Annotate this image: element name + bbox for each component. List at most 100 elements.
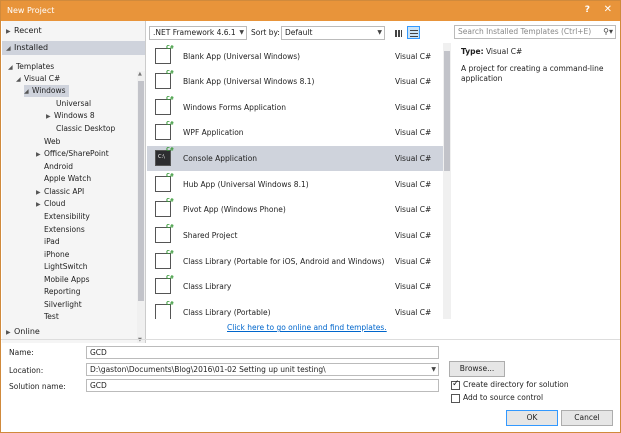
tree-universal[interactable]: Universal — [56, 98, 91, 110]
console-icon: C:\ C# — [155, 147, 174, 166]
expand-arrow-icon[interactable]: ▶ — [6, 26, 14, 38]
template-item[interactable]: C# Pivot App (Windows Phone) Visual C# — [147, 197, 443, 222]
chevron-down-icon: ▼ — [377, 29, 382, 36]
sort-label: Sort by: — [251, 28, 280, 37]
tree-cloud[interactable]: ▶ Cloud — [36, 198, 65, 210]
dialog-title: New Project — [7, 6, 55, 15]
cancel-button[interactable]: Cancel — [561, 410, 613, 426]
tree-scrollbar[interactable]: ▲ ▼ — [137, 71, 145, 343]
template-details: Type: Visual C# A project for creating a… — [461, 47, 611, 84]
tree-ipad[interactable]: iPad — [44, 236, 60, 248]
browse-button[interactable]: Browse... — [449, 361, 505, 377]
collapse-arrow-icon[interactable]: ◢ — [16, 74, 24, 86]
chevron-down-icon: ▼ — [239, 29, 244, 36]
tree-reporting[interactable]: Reporting — [44, 286, 80, 298]
type-value: Visual C# — [485, 47, 523, 56]
hub-app-icon: C# — [155, 173, 174, 192]
tree-templates[interactable]: ◢ Templates — [8, 61, 54, 73]
type-label: Type: — [461, 47, 484, 56]
template-description: A project for creating a command-line ap… — [461, 64, 604, 83]
scrollbar-thumb[interactable] — [444, 51, 450, 171]
tree-lightswitch[interactable]: LightSwitch — [44, 261, 88, 273]
expand-arrow-icon[interactable]: ▶ — [36, 149, 44, 161]
location-label: Location: — [9, 366, 44, 375]
ok-button[interactable]: OK — [506, 410, 558, 426]
pivot-app-icon: C# — [155, 198, 174, 217]
tree-installed[interactable]: ◢ Installed — [2, 41, 145, 55]
template-item[interactable]: C# Class Library Visual C# — [147, 274, 443, 299]
shared-project-icon: C# — [155, 224, 174, 243]
scrollbar-thumb[interactable] — [138, 81, 144, 301]
tree-test[interactable]: Test — [44, 311, 59, 323]
divider — [1, 339, 620, 340]
tree-classic-desktop[interactable]: Classic Desktop — [56, 123, 115, 135]
collapse-arrow-icon[interactable]: ◢ — [6, 42, 14, 56]
expand-arrow-icon[interactable]: ▶ — [36, 199, 44, 211]
online-templates-link[interactable]: Click here to go online and find templat… — [227, 323, 387, 332]
close-button[interactable]: ✕ — [604, 4, 612, 15]
help-button[interactable]: ? — [585, 5, 590, 15]
grid-icon — [395, 30, 402, 37]
tree-windows8[interactable]: ▶ Windows 8 — [46, 110, 95, 122]
template-item[interactable]: C# Blank App (Universal Windows) Visual C# — [147, 44, 443, 69]
template-scrollbar[interactable] — [443, 43, 451, 319]
grid-view-button[interactable] — [391, 26, 404, 39]
tree-visual-csharp[interactable]: ◢ Visual C# — [16, 73, 60, 85]
scroll-down-icon[interactable]: ▼ — [138, 337, 142, 343]
template-item[interactable]: C# Blank App (Universal Windows 8.1) Visua… — [147, 69, 443, 94]
list-icon — [410, 30, 418, 37]
create-directory-checkbox[interactable] — [451, 379, 460, 390]
name-label: Name: — [9, 348, 34, 357]
wpf-icon: C# — [155, 121, 174, 140]
tree-online[interactable]: ▶ Online — [6, 326, 136, 338]
tree-iphone[interactable]: iPhone — [44, 249, 69, 261]
tree-extensibility[interactable]: Extensibility — [44, 211, 90, 223]
tree-classic-api[interactable]: ▶ Classic API — [36, 186, 84, 198]
template-item[interactable]: C# Class Library (Portable for iOS, Andro… — [147, 249, 443, 274]
class-library-icon: C# — [155, 250, 174, 269]
source-control-checkbox[interactable] — [451, 394, 460, 403]
tree-android[interactable]: Android — [44, 161, 73, 173]
create-directory-label: Create directory for solution — [463, 380, 569, 389]
search-templates-input[interactable]: Search Installed Templates (Ctrl+E) ⚲▾ — [454, 25, 616, 39]
windows-forms-icon: C# — [155, 96, 174, 115]
class-library-icon: C# — [155, 301, 174, 319]
template-item[interactable]: C# Hub App (Universal Windows 8.1) Visual … — [147, 172, 443, 197]
name-input[interactable]: GCD — [86, 346, 439, 359]
tree-recent[interactable]: ▶ Recent — [6, 25, 42, 37]
title-bar: New Project ? ✕ — [1, 1, 620, 21]
tree-web[interactable]: Web — [44, 136, 60, 148]
list-view-button[interactable] — [407, 26, 420, 39]
template-item-selected[interactable]: C:\ C# Console Application Visual C# — [147, 146, 443, 171]
location-input[interactable]: D:\gaston\Documents\Blog\2016\01-02 Sett… — [86, 363, 439, 376]
solution-name-input[interactable]: GCD — [86, 379, 439, 392]
template-list: C# Blank App (Universal Windows) Visual C#… — [147, 43, 443, 319]
tree-silverlight[interactable]: Silverlight — [44, 299, 82, 311]
template-item[interactable]: C# Windows Forms Application Visual C# — [147, 95, 443, 120]
sort-select[interactable]: Default ▼ — [281, 26, 385, 40]
source-control-label: Add to source control — [463, 393, 544, 402]
tree-mobile-apps[interactable]: Mobile Apps — [44, 274, 90, 286]
expand-arrow-icon[interactable]: ▶ — [46, 111, 54, 123]
solution-name-label: Solution name: — [9, 382, 66, 391]
template-item[interactable]: C# Class Library (Portable) Visual C# — [147, 300, 443, 319]
search-icon[interactable]: ⚲▾ — [603, 26, 613, 38]
class-library-icon: C# — [155, 275, 174, 294]
tree-office[interactable]: ▶ Office/SharePoint — [36, 148, 109, 160]
tree-apple-watch[interactable]: Apple Watch — [44, 173, 91, 185]
tree-extensions[interactable]: Extensions — [44, 224, 85, 236]
collapse-arrow-icon[interactable]: ◢ — [24, 86, 32, 98]
chevron-down-icon[interactable]: ▼ — [431, 364, 436, 375]
template-tree: ▶ Recent ◢ Installed ◢ Templates ◢ Visual C#… — [2, 21, 146, 343]
template-item[interactable]: C# WPF Application Visual C# — [147, 120, 443, 145]
collapse-arrow-icon[interactable]: ◢ — [8, 62, 16, 74]
template-item[interactable]: C# Shared Project Visual C# — [147, 223, 443, 248]
tree-windows[interactable]: ◢ Windows — [24, 85, 70, 98]
template-toolbar: .NET Framework 4.6.1 ▼ Sort by: Default ▼ — [147, 23, 451, 41]
scroll-up-icon[interactable]: ▲ — [138, 71, 142, 77]
new-project-dialog: New Project ? ✕ ▶ Recent ◢ Installed ◢ Temp… — [0, 0, 621, 433]
blank-app-icon: C# — [155, 70, 174, 89]
blank-app-icon: C# — [155, 45, 174, 64]
expand-arrow-icon[interactable]: ▶ — [6, 327, 14, 339]
framework-select[interactable]: .NET Framework 4.6.1 ▼ — [149, 26, 247, 40]
